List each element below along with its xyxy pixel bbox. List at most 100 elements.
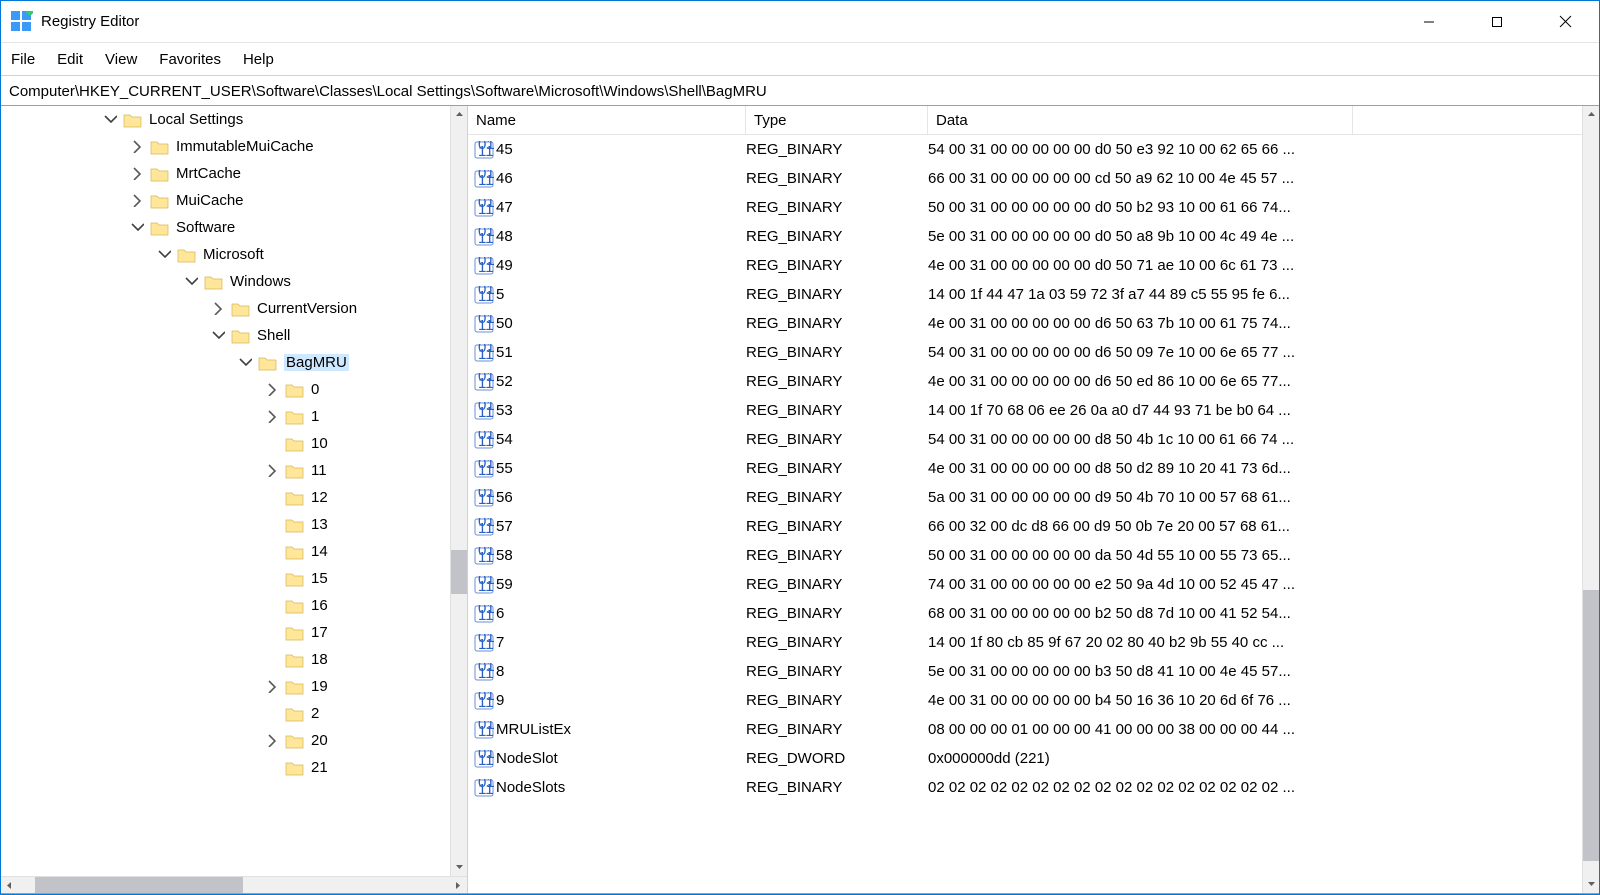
list-row[interactable]: 57REG_BINARY66 00 32 00 dc d8 66 00 d9 5…: [468, 512, 1582, 541]
list-row[interactable]: 59REG_BINARY74 00 31 00 00 00 00 00 e2 5…: [468, 570, 1582, 599]
tree-item[interactable]: Shell: [1, 322, 357, 349]
expand-icon[interactable]: [155, 246, 173, 264]
col-type[interactable]: Type: [746, 106, 928, 134]
list-vscrollbar[interactable]: [1582, 106, 1599, 893]
scroll-up-icon[interactable]: [451, 106, 467, 123]
minimize-button[interactable]: [1395, 1, 1463, 42]
list-row[interactable]: 56REG_BINARY5a 00 31 00 00 00 00 00 d9 5…: [468, 483, 1582, 512]
folder-icon: [285, 409, 305, 425]
tree-item[interactable]: Windows: [1, 268, 357, 295]
list-row[interactable]: 52REG_BINARY4e 00 31 00 00 00 00 00 d6 5…: [468, 367, 1582, 396]
tree-item-label: CurrentVersion: [257, 300, 357, 317]
expand-icon[interactable]: [263, 408, 281, 426]
expand-icon[interactable]: [263, 435, 281, 453]
list-row[interactable]: 8REG_BINARY5e 00 31 00 00 00 00 00 b3 50…: [468, 657, 1582, 686]
expand-icon[interactable]: [263, 651, 281, 669]
list-row[interactable]: 54REG_BINARY54 00 31 00 00 00 00 00 d8 5…: [468, 425, 1582, 454]
expand-icon[interactable]: [128, 138, 146, 156]
tree-item[interactable]: 15: [1, 565, 357, 592]
tree-item[interactable]: 18: [1, 646, 357, 673]
tree-item[interactable]: 0: [1, 376, 357, 403]
list-row[interactable]: 49REG_BINARY4e 00 31 00 00 00 00 00 d0 5…: [468, 251, 1582, 280]
expand-icon[interactable]: [263, 543, 281, 561]
list-row[interactable]: NodeSlotREG_DWORD0x000000dd (221): [468, 744, 1582, 773]
tree-item-label: MrtCache: [176, 165, 241, 182]
address-bar[interactable]: Computer\HKEY_CURRENT_USER\Software\Clas…: [1, 76, 1599, 106]
expand-icon[interactable]: [209, 327, 227, 345]
scroll-up-icon[interactable]: [1583, 106, 1599, 123]
scroll-down-icon[interactable]: [451, 859, 467, 876]
list-row[interactable]: 47REG_BINARY50 00 31 00 00 00 00 00 d0 5…: [468, 193, 1582, 222]
tree-item[interactable]: 14: [1, 538, 357, 565]
expand-icon[interactable]: [128, 165, 146, 183]
scroll-left-icon[interactable]: [1, 877, 18, 893]
expand-icon[interactable]: [263, 759, 281, 777]
expand-icon[interactable]: [128, 219, 146, 237]
tree-item[interactable]: MrtCache: [1, 160, 357, 187]
value-type: REG_BINARY: [746, 605, 928, 622]
list-row[interactable]: 9REG_BINARY4e 00 31 00 00 00 00 00 b4 50…: [468, 686, 1582, 715]
col-name[interactable]: Name: [468, 106, 746, 134]
list-row[interactable]: 58REG_BINARY50 00 31 00 00 00 00 00 da 5…: [468, 541, 1582, 570]
tree-item[interactable]: MuiCache: [1, 187, 357, 214]
expand-icon[interactable]: [263, 570, 281, 588]
list-row[interactable]: 53REG_BINARY14 00 1f 70 68 06 ee 26 0a a…: [468, 396, 1582, 425]
expand-icon[interactable]: [263, 489, 281, 507]
tree-item[interactable]: 1: [1, 403, 357, 430]
list-row[interactable]: 48REG_BINARY5e 00 31 00 00 00 00 00 d0 5…: [468, 222, 1582, 251]
tree-item[interactable]: 13: [1, 511, 357, 538]
tree-item[interactable]: CurrentVersion: [1, 295, 357, 322]
expand-icon[interactable]: [263, 381, 281, 399]
close-button[interactable]: [1531, 1, 1599, 42]
tree-item[interactable]: 17: [1, 619, 357, 646]
tree-item[interactable]: Software: [1, 214, 357, 241]
tree-item[interactable]: Local Settings: [1, 106, 357, 133]
tree-item[interactable]: 10: [1, 430, 357, 457]
list-row[interactable]: 7REG_BINARY14 00 1f 80 cb 85 9f 67 20 02…: [468, 628, 1582, 657]
expand-icon[interactable]: [263, 624, 281, 642]
tree-vscrollbar[interactable]: [450, 106, 467, 876]
expand-icon[interactable]: [101, 111, 119, 129]
expand-icon[interactable]: [263, 516, 281, 534]
menu-favorites[interactable]: Favorites: [157, 49, 223, 70]
list-row[interactable]: MRUListExREG_BINARY08 00 00 00 01 00 00 …: [468, 715, 1582, 744]
value-name: 55: [496, 460, 513, 477]
expand-icon[interactable]: [263, 678, 281, 696]
expand-icon[interactable]: [182, 273, 200, 291]
list-row[interactable]: NodeSlotsREG_BINARY02 02 02 02 02 02 02 …: [468, 773, 1582, 802]
value-data: 4e 00 31 00 00 00 00 00 d8 50 d2 89 10 2…: [928, 460, 1582, 477]
expand-icon[interactable]: [263, 705, 281, 723]
tree-item[interactable]: 2: [1, 700, 357, 727]
list-row[interactable]: 55REG_BINARY4e 00 31 00 00 00 00 00 d8 5…: [468, 454, 1582, 483]
expand-icon[interactable]: [263, 597, 281, 615]
tree-hscrollbar[interactable]: [1, 876, 467, 893]
scroll-right-icon[interactable]: [450, 877, 467, 893]
tree-item[interactable]: ImmutableMuiCache: [1, 133, 357, 160]
tree-item[interactable]: 11: [1, 457, 357, 484]
menu-edit[interactable]: Edit: [55, 49, 85, 70]
tree-item[interactable]: BagMRU: [1, 349, 357, 376]
list-row[interactable]: 50REG_BINARY4e 00 31 00 00 00 00 00 d6 5…: [468, 309, 1582, 338]
list-row[interactable]: 5REG_BINARY14 00 1f 44 47 1a 03 59 72 3f…: [468, 280, 1582, 309]
tree-item[interactable]: 19: [1, 673, 357, 700]
tree-item[interactable]: 16: [1, 592, 357, 619]
expand-icon[interactable]: [263, 462, 281, 480]
list-row[interactable]: 6REG_BINARY68 00 31 00 00 00 00 00 b2 50…: [468, 599, 1582, 628]
menu-file[interactable]: File: [9, 49, 37, 70]
col-data[interactable]: Data: [928, 106, 1353, 134]
expand-icon[interactable]: [263, 732, 281, 750]
list-row[interactable]: 45REG_BINARY54 00 31 00 00 00 00 00 d0 5…: [468, 135, 1582, 164]
scroll-down-icon[interactable]: [1583, 876, 1599, 893]
tree-item[interactable]: Microsoft: [1, 241, 357, 268]
menu-view[interactable]: View: [103, 49, 139, 70]
tree-item[interactable]: 20: [1, 727, 357, 754]
list-row[interactable]: 51REG_BINARY54 00 31 00 00 00 00 00 d6 5…: [468, 338, 1582, 367]
expand-icon[interactable]: [209, 300, 227, 318]
expand-icon[interactable]: [128, 192, 146, 210]
maximize-button[interactable]: [1463, 1, 1531, 42]
list-row[interactable]: 46REG_BINARY66 00 31 00 00 00 00 00 cd 5…: [468, 164, 1582, 193]
menu-help[interactable]: Help: [241, 49, 276, 70]
expand-icon[interactable]: [236, 354, 254, 372]
tree-item[interactable]: 21: [1, 754, 357, 781]
tree-item[interactable]: 12: [1, 484, 357, 511]
